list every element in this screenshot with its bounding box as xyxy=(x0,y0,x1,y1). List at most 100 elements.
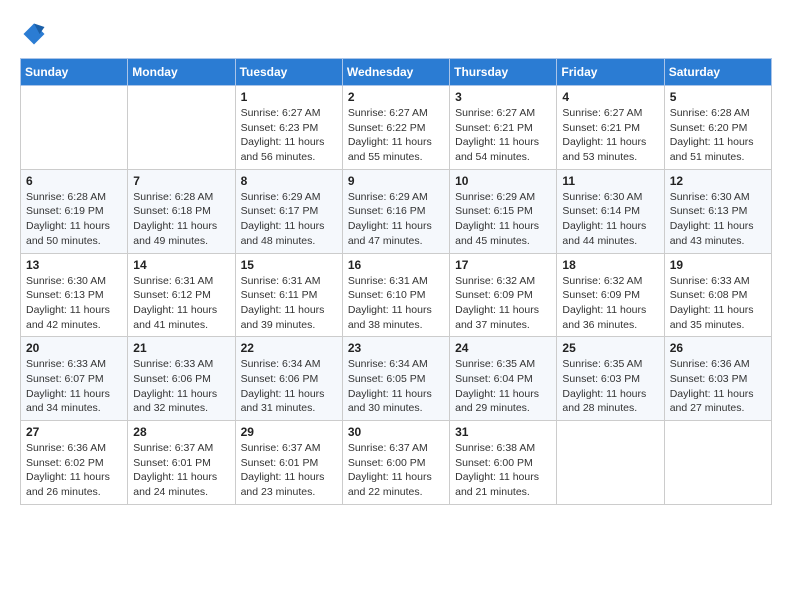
day-info: Sunrise: 6:30 AM Sunset: 6:13 PM Dayligh… xyxy=(670,190,766,249)
day-number: 21 xyxy=(133,341,229,355)
day-header-tuesday: Tuesday xyxy=(235,59,342,86)
day-number: 26 xyxy=(670,341,766,355)
day-number: 1 xyxy=(241,90,337,104)
day-number: 9 xyxy=(348,174,444,188)
calendar-cell: 9 Sunrise: 6:29 AM Sunset: 6:16 PM Daylig… xyxy=(342,169,449,253)
day-number: 22 xyxy=(241,341,337,355)
day-info: Sunrise: 6:31 AM Sunset: 6:12 PM Dayligh… xyxy=(133,274,229,333)
calendar-week-row: 27Sunrise: 6:36 AM Sunset: 6:02 PM Dayli… xyxy=(21,421,772,505)
day-info: Sunrise: 6:36 AM Sunset: 6:03 PM Dayligh… xyxy=(670,357,766,416)
calendar-cell: 28Sunrise: 6:37 AM Sunset: 6:01 PM Dayli… xyxy=(128,421,235,505)
day-number: 11 xyxy=(562,174,658,188)
logo-icon xyxy=(20,20,48,48)
calendar-cell: 10 Sunrise: 6:29 AM Sunset: 6:15 PM Dayli… xyxy=(450,169,557,253)
day-info: Sunrise: 6:28 AM Sunset: 6:19 PM Dayligh… xyxy=(26,190,122,249)
calendar-cell: 29 Sunrise: 6:37 AM Sunset: 6:01 PM Dayli… xyxy=(235,421,342,505)
calendar-cell xyxy=(557,421,664,505)
calendar-week-row: 13Sunrise: 6:30 AM Sunset: 6:13 PM Dayli… xyxy=(21,253,772,337)
day-number: 12 xyxy=(670,174,766,188)
day-info: Sunrise: 6:29 AM Sunset: 6:15 PM Dayligh… xyxy=(455,190,551,249)
calendar-cell: 2 Sunrise: 6:27 AM Sunset: 6:22 PM Daylig… xyxy=(342,86,449,170)
page-header xyxy=(20,20,772,48)
day-number: 8 xyxy=(241,174,337,188)
calendar-cell: 22 Sunrise: 6:34 AM Sunset: 6:06 PM Dayli… xyxy=(235,337,342,421)
calendar-cell: 20Sunrise: 6:33 AM Sunset: 6:07 PM Dayli… xyxy=(21,337,128,421)
calendar-cell: 7Sunrise: 6:28 AM Sunset: 6:18 PM Daylig… xyxy=(128,169,235,253)
day-info: Sunrise: 6:31 AM Sunset: 6:11 PM Dayligh… xyxy=(241,274,337,333)
day-number: 13 xyxy=(26,258,122,272)
calendar-cell: 16 Sunrise: 6:31 AM Sunset: 6:10 PM Dayli… xyxy=(342,253,449,337)
day-number: 19 xyxy=(670,258,766,272)
day-info: Sunrise: 6:32 AM Sunset: 6:09 PM Dayligh… xyxy=(455,274,551,333)
day-number: 24 xyxy=(455,341,551,355)
day-info: Sunrise: 6:37 AM Sunset: 6:00 PM Dayligh… xyxy=(348,441,444,500)
calendar-cell: 31 Sunrise: 6:38 AM Sunset: 6:00 PM Dayli… xyxy=(450,421,557,505)
calendar-cell: 18 Sunrise: 6:32 AM Sunset: 6:09 PM Dayli… xyxy=(557,253,664,337)
logo xyxy=(20,20,52,48)
calendar-cell: 12 Sunrise: 6:30 AM Sunset: 6:13 PM Dayli… xyxy=(664,169,771,253)
calendar-cell: 15 Sunrise: 6:31 AM Sunset: 6:11 PM Dayli… xyxy=(235,253,342,337)
day-info: Sunrise: 6:33 AM Sunset: 6:06 PM Dayligh… xyxy=(133,357,229,416)
day-info: Sunrise: 6:30 AM Sunset: 6:14 PM Dayligh… xyxy=(562,190,658,249)
day-info: Sunrise: 6:27 AM Sunset: 6:21 PM Dayligh… xyxy=(455,106,551,165)
day-number: 15 xyxy=(241,258,337,272)
day-number: 23 xyxy=(348,341,444,355)
day-number: 3 xyxy=(455,90,551,104)
day-info: Sunrise: 6:28 AM Sunset: 6:20 PM Dayligh… xyxy=(670,106,766,165)
calendar-cell xyxy=(21,86,128,170)
day-info: Sunrise: 6:38 AM Sunset: 6:00 PM Dayligh… xyxy=(455,441,551,500)
calendar-cell: 5 Sunrise: 6:28 AM Sunset: 6:20 PM Daylig… xyxy=(664,86,771,170)
day-info: Sunrise: 6:27 AM Sunset: 6:21 PM Dayligh… xyxy=(562,106,658,165)
day-info: Sunrise: 6:31 AM Sunset: 6:10 PM Dayligh… xyxy=(348,274,444,333)
calendar-cell: 1 Sunrise: 6:27 AM Sunset: 6:23 PM Daylig… xyxy=(235,86,342,170)
calendar-cell: 11 Sunrise: 6:30 AM Sunset: 6:14 PM Dayli… xyxy=(557,169,664,253)
calendar-cell: 26 Sunrise: 6:36 AM Sunset: 6:03 PM Dayli… xyxy=(664,337,771,421)
day-info: Sunrise: 6:32 AM Sunset: 6:09 PM Dayligh… xyxy=(562,274,658,333)
day-info: Sunrise: 6:29 AM Sunset: 6:16 PM Dayligh… xyxy=(348,190,444,249)
day-number: 4 xyxy=(562,90,658,104)
day-number: 29 xyxy=(241,425,337,439)
calendar-cell: 21 Sunrise: 6:33 AM Sunset: 6:06 PM Dayli… xyxy=(128,337,235,421)
day-header-monday: Monday xyxy=(128,59,235,86)
calendar-week-row: 1 Sunrise: 6:27 AM Sunset: 6:23 PM Daylig… xyxy=(21,86,772,170)
day-info: Sunrise: 6:27 AM Sunset: 6:23 PM Dayligh… xyxy=(241,106,337,165)
day-info: Sunrise: 6:34 AM Sunset: 6:06 PM Dayligh… xyxy=(241,357,337,416)
calendar-cell xyxy=(664,421,771,505)
day-number: 16 xyxy=(348,258,444,272)
calendar-cell: 4 Sunrise: 6:27 AM Sunset: 6:21 PM Daylig… xyxy=(557,86,664,170)
calendar-header-row: SundayMondayTuesdayWednesdayThursdayFrid… xyxy=(21,59,772,86)
calendar-cell: 30Sunrise: 6:37 AM Sunset: 6:00 PM Dayli… xyxy=(342,421,449,505)
calendar-week-row: 20Sunrise: 6:33 AM Sunset: 6:07 PM Dayli… xyxy=(21,337,772,421)
day-number: 31 xyxy=(455,425,551,439)
day-number: 2 xyxy=(348,90,444,104)
day-number: 6 xyxy=(26,174,122,188)
day-number: 18 xyxy=(562,258,658,272)
calendar-cell: 8Sunrise: 6:29 AM Sunset: 6:17 PM Daylig… xyxy=(235,169,342,253)
day-info: Sunrise: 6:33 AM Sunset: 6:07 PM Dayligh… xyxy=(26,357,122,416)
calendar-cell: 27Sunrise: 6:36 AM Sunset: 6:02 PM Dayli… xyxy=(21,421,128,505)
day-header-thursday: Thursday xyxy=(450,59,557,86)
day-info: Sunrise: 6:27 AM Sunset: 6:22 PM Dayligh… xyxy=(348,106,444,165)
day-number: 28 xyxy=(133,425,229,439)
day-number: 10 xyxy=(455,174,551,188)
day-number: 25 xyxy=(562,341,658,355)
calendar-cell: 13Sunrise: 6:30 AM Sunset: 6:13 PM Dayli… xyxy=(21,253,128,337)
day-number: 5 xyxy=(670,90,766,104)
day-info: Sunrise: 6:34 AM Sunset: 6:05 PM Dayligh… xyxy=(348,357,444,416)
day-number: 17 xyxy=(455,258,551,272)
day-number: 7 xyxy=(133,174,229,188)
calendar-cell: 14 Sunrise: 6:31 AM Sunset: 6:12 PM Dayli… xyxy=(128,253,235,337)
day-header-wednesday: Wednesday xyxy=(342,59,449,86)
day-info: Sunrise: 6:35 AM Sunset: 6:03 PM Dayligh… xyxy=(562,357,658,416)
day-info: Sunrise: 6:33 AM Sunset: 6:08 PM Dayligh… xyxy=(670,274,766,333)
calendar-cell: 6 Sunrise: 6:28 AM Sunset: 6:19 PM Daylig… xyxy=(21,169,128,253)
calendar-cell: 3 Sunrise: 6:27 AM Sunset: 6:21 PM Daylig… xyxy=(450,86,557,170)
day-number: 14 xyxy=(133,258,229,272)
calendar-cell: 23 Sunrise: 6:34 AM Sunset: 6:05 PM Dayli… xyxy=(342,337,449,421)
calendar-table: SundayMondayTuesdayWednesdayThursdayFrid… xyxy=(20,58,772,505)
calendar-cell xyxy=(128,86,235,170)
day-header-friday: Friday xyxy=(557,59,664,86)
day-info: Sunrise: 6:37 AM Sunset: 6:01 PM Dayligh… xyxy=(241,441,337,500)
calendar-week-row: 6 Sunrise: 6:28 AM Sunset: 6:19 PM Daylig… xyxy=(21,169,772,253)
day-header-saturday: Saturday xyxy=(664,59,771,86)
